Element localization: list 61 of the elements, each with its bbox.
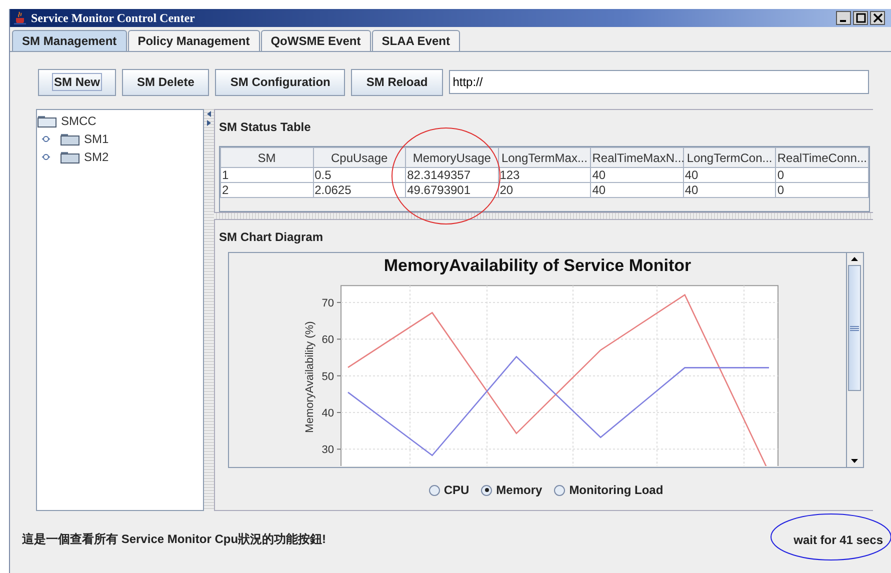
window-title: Service Monitor Control Center <box>31 10 195 26</box>
tick-label: 70 <box>322 297 334 310</box>
tree-item[interactable]: SMCC <box>37 112 203 130</box>
axis-label: MemoryAvailability (%) <box>304 321 316 433</box>
toolbar-button[interactable]: SM Delete <box>122 68 210 96</box>
table-cell: 49.6793901 <box>406 182 498 198</box>
split-arrows-icon[interactable] <box>206 111 212 127</box>
tick-label: 60 <box>322 334 334 346</box>
column-header[interactable]: RealTimeConn... <box>776 148 868 168</box>
table-cell: 1 <box>220 168 314 182</box>
tree-item[interactable]: SM2 <box>84 150 109 164</box>
status-message: 這是一個查看所有 Service Monitor Cpu狀況的功能按鈕! <box>22 531 326 548</box>
table-cell: 40 <box>590 168 684 182</box>
folder-icon <box>60 150 80 164</box>
tab[interactable]: Policy Management <box>128 30 260 51</box>
tree-item[interactable]: SM1 <box>84 132 109 146</box>
panel-title: SM Chart Diagram <box>219 230 324 246</box>
tab[interactable]: SLAA Event <box>372 30 460 51</box>
radio-option[interactable]: Monitoring Load <box>554 483 664 497</box>
column-header[interactable]: RealTimeMaxN... <box>590 148 684 168</box>
column-header[interactable]: LongTermCon... <box>683 148 776 168</box>
radio-icon[interactable] <box>481 484 492 496</box>
radio-option[interactable]: CPU <box>428 483 470 497</box>
toolbar-button[interactable]: SM New <box>38 68 116 96</box>
scrollbar[interactable] <box>846 253 862 467</box>
folder-icon <box>60 132 80 146</box>
tick-label: 50 <box>322 370 334 383</box>
radio-icon[interactable] <box>554 484 566 496</box>
tick-label: 40 <box>322 408 334 420</box>
tab[interactable]: SM Management <box>12 30 127 51</box>
table-cell: 0.5 <box>313 168 406 182</box>
table-cell: 20 <box>498 182 591 198</box>
table-cell: 40 <box>683 168 776 182</box>
column-header[interactable]: CpuUsage <box>313 148 406 168</box>
table-cell: 2.0625 <box>313 182 406 198</box>
column-header[interactable]: LongTermMax... <box>498 148 591 168</box>
table-cell: 82.3149357 <box>406 168 498 182</box>
table-cell: 40 <box>683 182 776 198</box>
column-header[interactable]: MemoryUsage <box>406 148 498 168</box>
panel-title: SM Status Table <box>219 120 312 136</box>
folder-icon <box>37 114 57 128</box>
table-cell: 123 <box>498 168 591 182</box>
cup-icon <box>13 11 27 25</box>
radio-icon[interactable] <box>428 484 440 496</box>
tab[interactable]: QoWSME Event <box>260 30 371 51</box>
table-cell: 0 <box>776 182 868 198</box>
tick-label: 30 <box>322 444 334 456</box>
chart-title: MemoryAvailability of Service Monitor <box>382 256 692 276</box>
close-icon[interactable] <box>870 11 885 25</box>
column-header[interactable]: SM <box>220 148 314 168</box>
table-cell: 40 <box>590 182 684 198</box>
maximize-icon[interactable] <box>853 11 868 25</box>
table-cell: 0 <box>776 168 868 182</box>
scroll-thumb[interactable] <box>848 265 861 391</box>
radio-option[interactable]: Memory <box>481 483 542 497</box>
url-field[interactable]: http:// <box>448 70 869 94</box>
toolbar-button[interactable]: SM Configuration <box>215 68 346 96</box>
toolbar-button[interactable]: SM Reload <box>351 68 443 96</box>
table-cell: 2 <box>220 182 314 198</box>
timer-text: wait for 41 secs <box>794 532 883 546</box>
minimize-icon[interactable] <box>836 11 851 25</box>
